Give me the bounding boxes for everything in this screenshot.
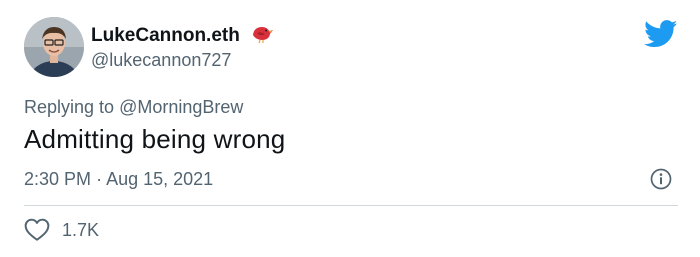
tweet-date: Aug 15, 2021 — [106, 169, 214, 189]
avatar[interactable] — [24, 17, 84, 77]
avatar-image — [24, 17, 84, 77]
replying-prefix: Replying to — [24, 97, 120, 117]
meta-separator: · — [96, 169, 103, 189]
divider — [24, 205, 678, 206]
twitter-bird-icon[interactable] — [644, 20, 678, 48]
like-count: 1.7K — [62, 219, 100, 240]
info-icon[interactable] — [650, 168, 672, 190]
like-button[interactable]: 1.7K — [24, 218, 99, 242]
tweet-text: Admitting being wrong — [24, 124, 286, 154]
heart-icon — [24, 218, 50, 241]
reply-mention-link[interactable]: @MorningBrew — [119, 97, 243, 117]
tweet-time: 2:30 PM — [24, 169, 92, 189]
author-name-row: LukeCannon.eth — [91, 22, 274, 49]
display-name[interactable]: LukeCannon.eth — [91, 25, 240, 47]
author-handle[interactable]: @lukecannon727 — [91, 50, 231, 71]
replying-to: Replying to @MorningBrew — [24, 97, 243, 118]
bird-emoji-icon — [250, 22, 274, 49]
tweet-timestamp[interactable]: 2:30 PM · Aug 15, 2021 — [24, 169, 213, 190]
